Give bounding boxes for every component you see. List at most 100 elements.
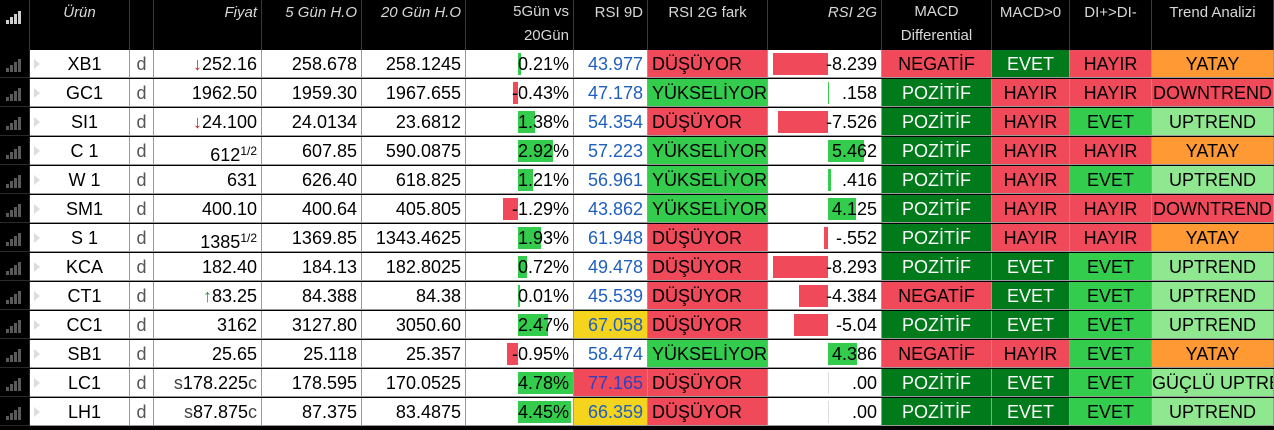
cell-signal[interactable]: [0, 50, 30, 78]
cell-urun[interactable]: GC1: [30, 79, 130, 107]
column-header-rsi9[interactable]: RSI 9D: [574, 0, 648, 50]
cell-urun[interactable]: CC1: [30, 311, 130, 339]
expand-arrow-icon[interactable]: [34, 320, 40, 330]
column-header-g5[interactable]: 5 Gün H.O: [262, 0, 362, 50]
macd-status: NEGATİF: [898, 344, 975, 364]
column-header-rsi2f[interactable]: RSI 2G fark: [648, 0, 768, 50]
cell-rsi2: 4.125: [768, 195, 882, 223]
column-header-trend[interactable]: Trend Analizi: [1152, 0, 1274, 50]
rsi9-value: 77.165: [587, 373, 643, 393]
column-header-macd[interactable]: MACD Differential: [882, 0, 992, 50]
cell-macd0: HAYIR: [992, 79, 1070, 107]
column-header-g20[interactable]: 20 Gün H.O: [362, 0, 466, 50]
price-value: 182.40: [201, 257, 257, 277]
rsi2-bar: [777, 111, 828, 133]
table-row[interactable]: GC1 d 1962.50 1959.30 1967.655 -0.43% 47.178 YÜ…: [0, 79, 1274, 108]
cell-signal[interactable]: [0, 253, 30, 281]
expand-arrow-icon[interactable]: [34, 146, 40, 156]
expand-arrow-icon[interactable]: [34, 175, 40, 185]
cell-urun[interactable]: LC1: [30, 369, 130, 397]
cell-urun[interactable]: SB1: [30, 340, 130, 368]
macd-status: POZİTİF: [902, 373, 971, 393]
cell-urun[interactable]: SM1: [30, 195, 130, 223]
table-row[interactable]: SM1 d 400.10 400.64 405.805 -1.29% 43.862 YÜKSE…: [0, 195, 1274, 224]
di-status: HAYIR: [1083, 83, 1138, 103]
ma20-value: 590.0875: [385, 141, 461, 161]
table-row[interactable]: LC1 d s178.225c 178.595 170.0525 4.78% 77.165 D…: [0, 369, 1274, 398]
cell-urun[interactable]: SI1: [30, 108, 130, 136]
cell-urun[interactable]: CT1: [30, 282, 130, 310]
di-status: EVET: [1086, 344, 1134, 364]
rsi2-bar: [828, 169, 831, 191]
cell-urun[interactable]: XB1: [30, 50, 130, 78]
cell-d: d: [130, 79, 154, 107]
macd-status: POZİTİF: [902, 170, 971, 190]
expand-arrow-icon[interactable]: [34, 407, 40, 417]
cell-g20: 258.1245: [362, 50, 466, 78]
table-row[interactable]: LH1 d s87.875c 87.375 83.4875 4.45% 66.359 DÜŞÜ…: [0, 398, 1274, 427]
expand-arrow-icon[interactable]: [34, 378, 40, 388]
rsi2-bar: [828, 372, 829, 394]
cell-urun[interactable]: W 1: [30, 166, 130, 194]
expand-arrow-icon[interactable]: [34, 262, 40, 272]
cell-signal[interactable]: [0, 311, 30, 339]
signal-strength-icon: [6, 201, 26, 217]
macd0-status: EVET: [1006, 315, 1054, 335]
cell-signal[interactable]: [0, 224, 30, 252]
column-header-label: 5 Gün H.O: [285, 4, 357, 21]
expand-arrow-icon[interactable]: [34, 204, 40, 214]
trend-status: DOWNTREND: [1153, 199, 1272, 219]
table-row[interactable]: CC1 d 3162 3127.80 3050.60 2.47% 67.058 DÜŞÜYOR…: [0, 311, 1274, 340]
cell-macd: POZİTİF: [882, 398, 992, 426]
cell-urun[interactable]: C 1: [30, 137, 130, 165]
cell-di: HAYIR: [1070, 195, 1152, 223]
expand-arrow-icon[interactable]: [34, 349, 40, 359]
cell-g20: 170.0525: [362, 369, 466, 397]
expand-arrow-icon[interactable]: [34, 291, 40, 301]
cell-signal[interactable]: [0, 108, 30, 136]
cell-signal[interactable]: [0, 340, 30, 368]
signal-strength-icon: [6, 230, 26, 246]
symbol-label: SI1: [70, 112, 99, 132]
cell-urun[interactable]: S 1: [30, 224, 130, 252]
cell-di: EVET: [1070, 166, 1152, 194]
table-row[interactable]: W 1 d 631 626.40 618.825 1.21% 56.961 YÜKSELİYO…: [0, 166, 1274, 195]
cell-macd0: EVET: [992, 398, 1070, 426]
table-row[interactable]: XB1 d ↓252.16 258.678 258.1245 0.21% 43.977 DÜŞ…: [0, 50, 1274, 79]
table-row[interactable]: CT1 d ↑83.25 84.388 84.38 0.01% 45.539 DÜŞÜYOR -…: [0, 282, 1274, 311]
table-row[interactable]: C 1 d 6121/2 607.85 590.0875 2.92% 57.223 YÜKSE…: [0, 137, 1274, 166]
expand-arrow-icon[interactable]: [34, 88, 40, 98]
column-header-rsi2[interactable]: RSI 2G: [768, 0, 882, 50]
expand-arrow-icon[interactable]: [34, 117, 40, 127]
column-header-macd0[interactable]: MACD>0: [992, 0, 1070, 50]
macd0-status: HAYIR: [1003, 83, 1058, 103]
di-status: EVET: [1086, 373, 1134, 393]
trend-status: YATAY: [1185, 54, 1240, 74]
column-header-fiyat[interactable]: Fiyat: [154, 0, 262, 50]
column-header-di[interactable]: DI+>DI-: [1070, 0, 1152, 50]
cell-signal[interactable]: [0, 369, 30, 397]
column-header-vs[interactable]: 5Gün vs 20Gün: [466, 0, 574, 50]
cell-signal[interactable]: [0, 195, 30, 223]
rsi2-bar: [773, 53, 828, 75]
cell-signal[interactable]: [0, 166, 30, 194]
cell-fiyat: 182.40: [154, 253, 262, 281]
column-header-d[interactable]: [130, 0, 154, 50]
cell-signal[interactable]: [0, 398, 30, 426]
cell-rsi2: .00: [768, 369, 882, 397]
table-row[interactable]: S 1 d 13851/2 1369.85 1343.4625 1.93% 61.948 DÜ…: [0, 224, 1274, 253]
table-row[interactable]: SB1 d 25.65 25.118 25.357 -0.95% 58.474 YÜKSELİ…: [0, 340, 1274, 369]
cell-urun[interactable]: LH1: [30, 398, 130, 426]
expand-arrow-icon[interactable]: [34, 233, 40, 243]
table-row[interactable]: SI1 d ↓24.100 24.0134 23.6812 1.38% 54.354 DÜŞÜ…: [0, 108, 1274, 137]
cell-urun[interactable]: KCA: [30, 253, 130, 281]
cell-signal[interactable]: [0, 282, 30, 310]
cell-signal[interactable]: [0, 79, 30, 107]
di-status: EVET: [1086, 257, 1134, 277]
cell-signal[interactable]: [0, 137, 30, 165]
table-row[interactable]: KCA d 182.40 184.13 182.8025 0.72% 49.478 DÜŞÜY…: [0, 253, 1274, 282]
signal-strength-icon: [6, 404, 26, 420]
expand-arrow-icon[interactable]: [34, 59, 40, 69]
column-header-urun[interactable]: Ürün: [30, 0, 130, 50]
period-label: d: [136, 54, 147, 74]
